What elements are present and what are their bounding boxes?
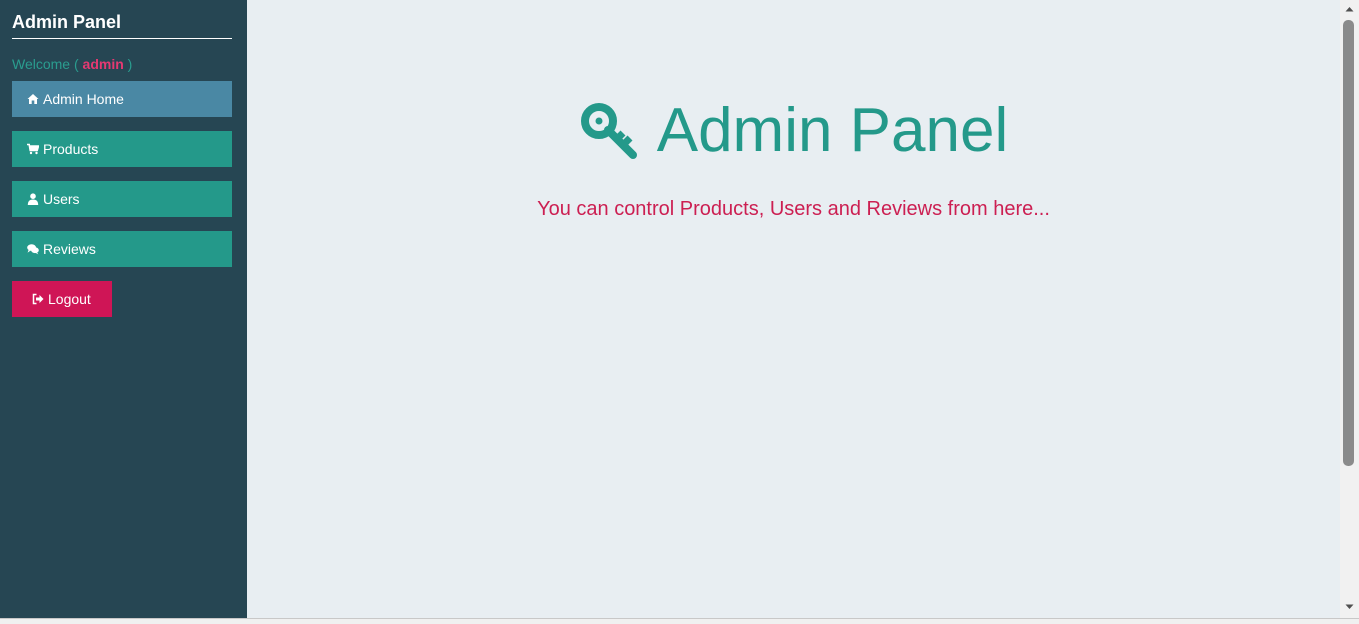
page-heading: Admin Panel [247, 96, 1340, 166]
scroll-down-arrow-icon[interactable] [1340, 598, 1359, 615]
page-title: Admin Panel [656, 96, 1009, 165]
welcome-message: Welcome ( admin ) [12, 56, 232, 72]
scroll-up-arrow-icon[interactable] [1340, 0, 1359, 17]
welcome-username: admin [82, 56, 124, 72]
scrollbar-thumb[interactable] [1343, 20, 1354, 466]
nav-admin-home-button[interactable]: Admin Home [12, 81, 232, 117]
nav-admin-home-label: Admin Home [43, 91, 124, 107]
logout-button[interactable]: Logout [12, 281, 112, 317]
logout-icon [32, 293, 44, 305]
cart-icon [27, 143, 39, 155]
nav-users-button[interactable]: Users [12, 181, 232, 217]
vertical-scrollbar[interactable] [1340, 0, 1359, 618]
home-icon [27, 94, 39, 104]
logout-label: Logout [48, 291, 91, 307]
nav-reviews-label: Reviews [43, 241, 96, 257]
horizontal-scrollbar[interactable] [0, 618, 1359, 624]
main-content: Admin Panel You can control Products, Us… [247, 0, 1340, 618]
page-subtitle: You can control Products, Users and Revi… [537, 198, 1050, 220]
welcome-suffix: ) [127, 56, 133, 72]
sidebar-title: Admin Panel [12, 0, 232, 39]
sidebar-nav: Admin Home Products Users Reviews Logout [12, 81, 232, 317]
sidebar: Admin Panel Welcome ( admin ) Admin Home… [0, 0, 247, 618]
nav-products-button[interactable]: Products [12, 131, 232, 167]
nav-reviews-button[interactable]: Reviews [12, 231, 232, 267]
nav-products-label: Products [43, 141, 99, 157]
key-icon [580, 103, 637, 159]
comments-icon [27, 244, 39, 255]
welcome-prefix: Welcome ( [12, 56, 79, 72]
nav-users-label: Users [43, 191, 80, 207]
user-icon [27, 193, 39, 205]
